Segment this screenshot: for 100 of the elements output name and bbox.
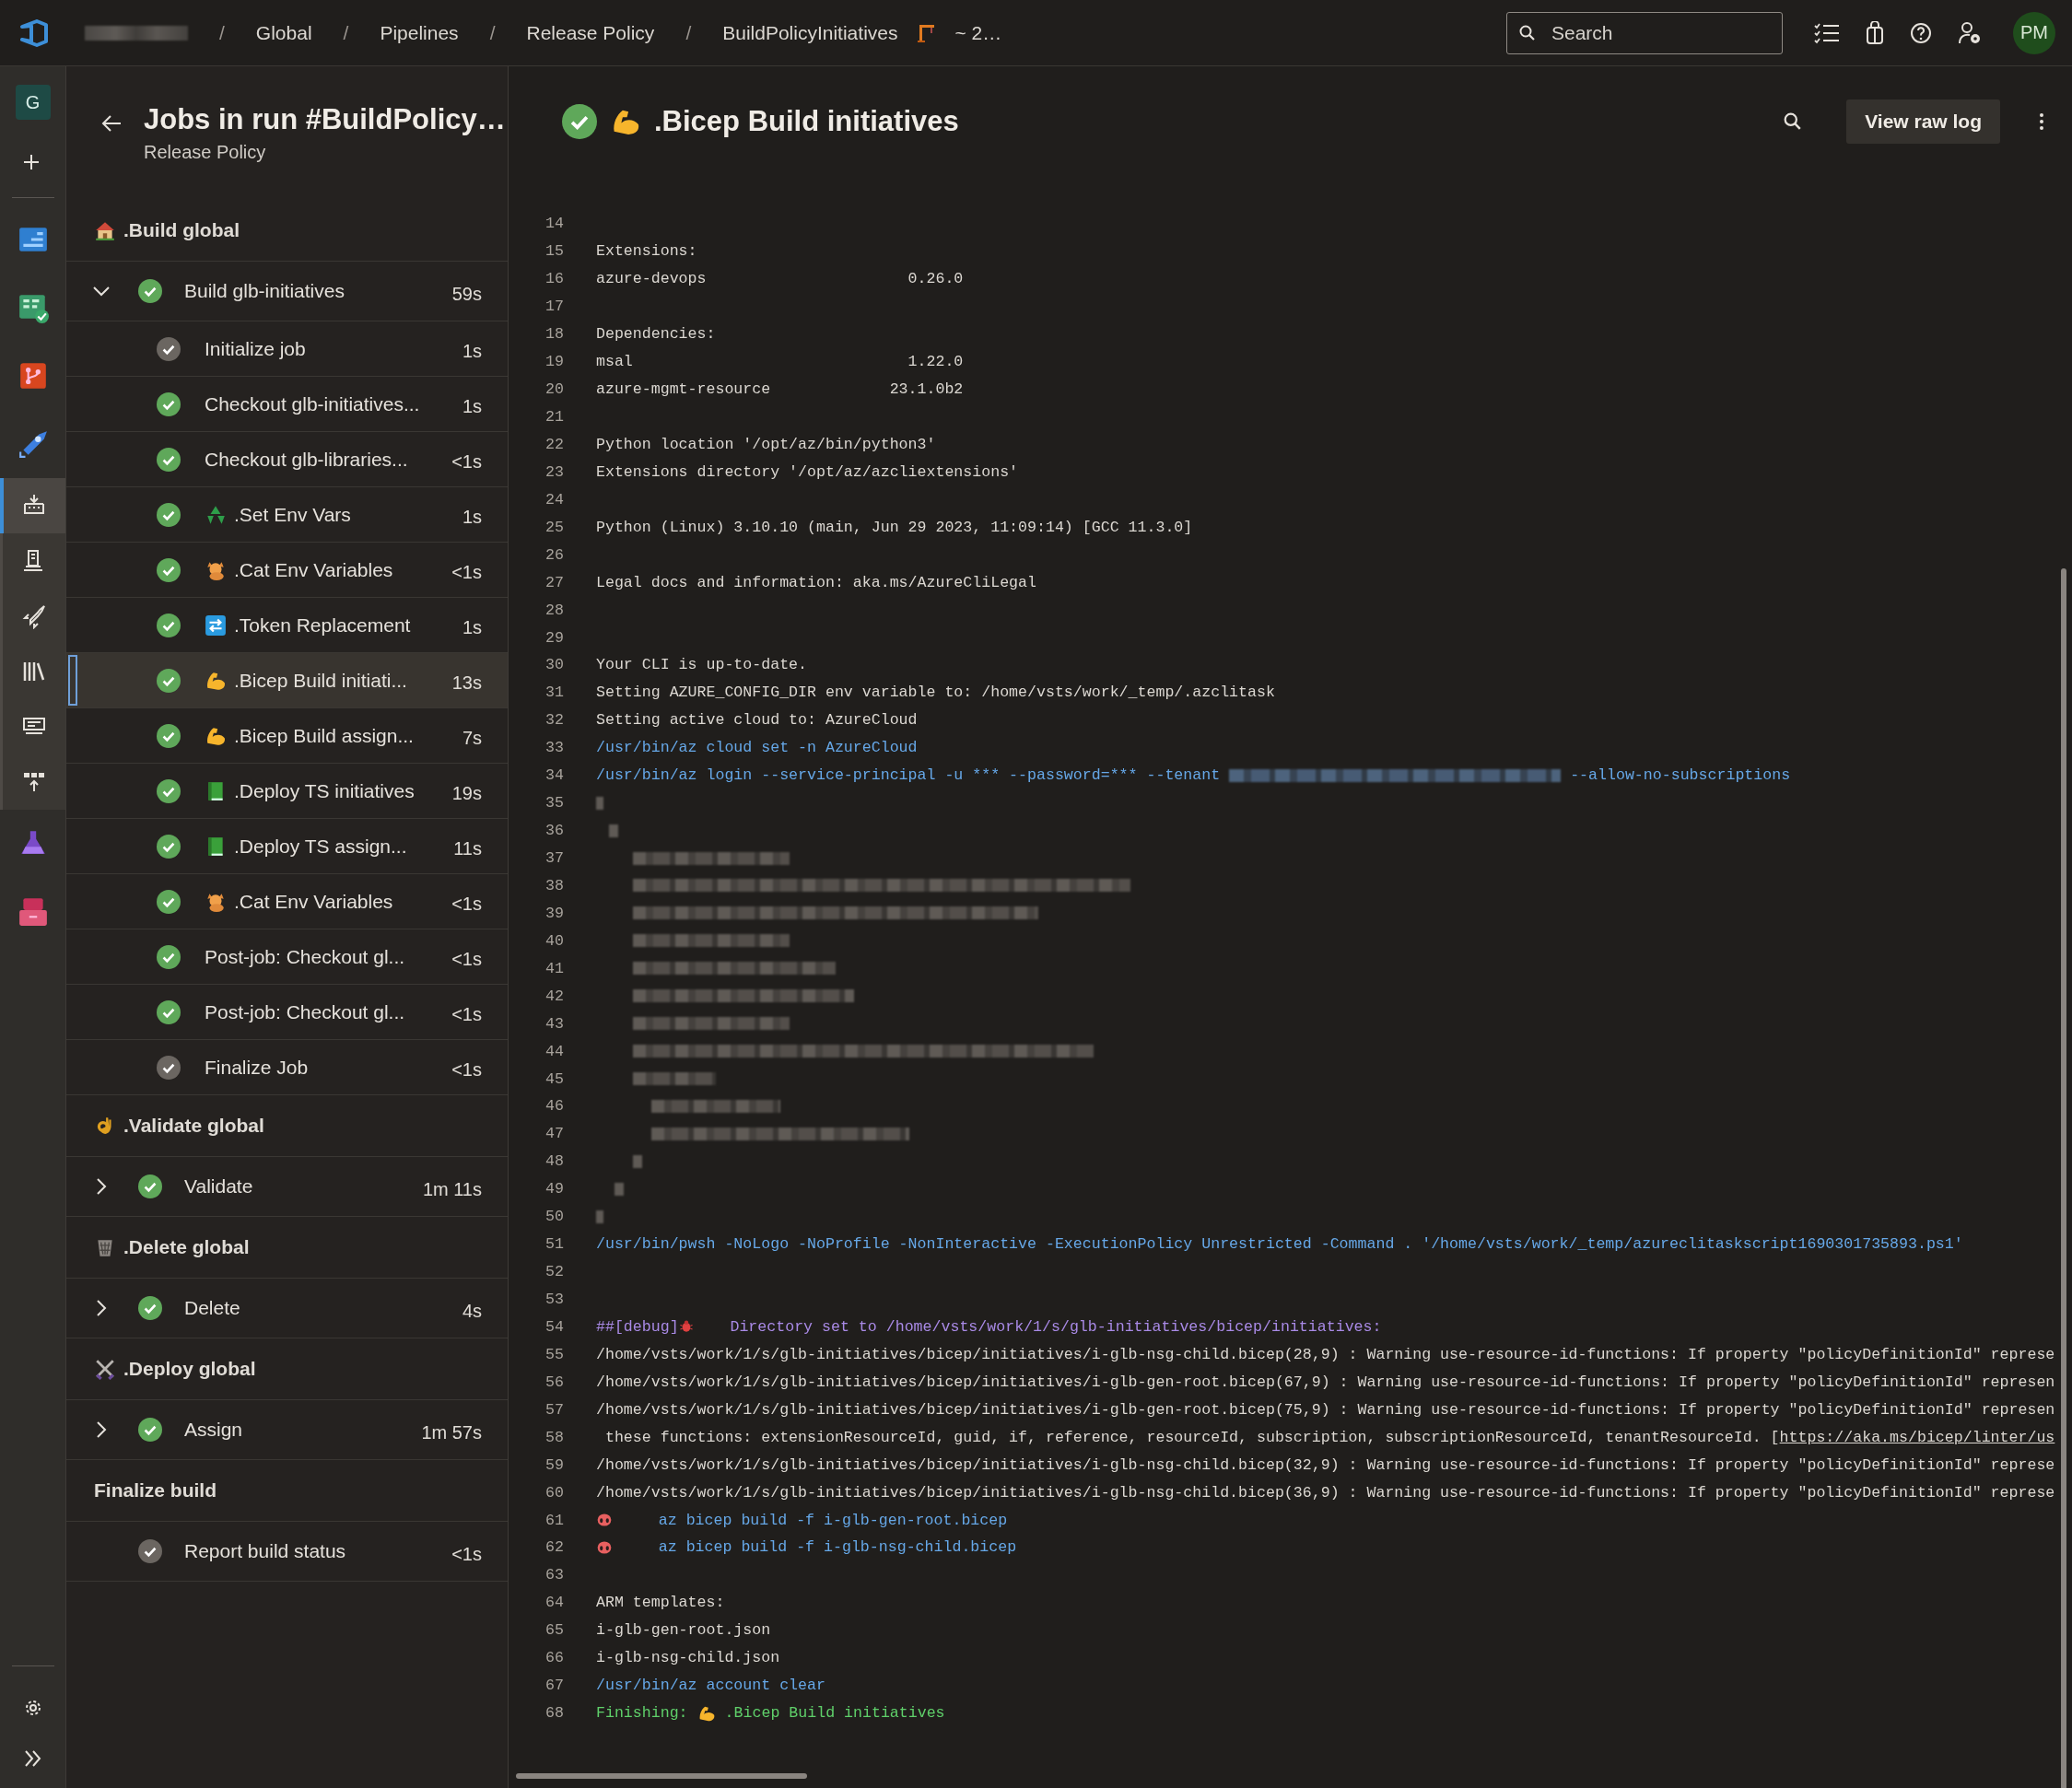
step-row[interactable]: .Bicep Build assign... 7s xyxy=(66,708,508,764)
debug-tag: ##[debug] xyxy=(596,1317,679,1336)
log-line: azure-devops 0.26.0 xyxy=(596,270,964,288)
breadcrumb-separator: / xyxy=(685,21,692,44)
step-name: Checkout glb-initiatives... xyxy=(205,392,420,415)
step-row[interactable]: Checkout glb-initiatives... 1s xyxy=(66,377,508,432)
line-number: 43 xyxy=(544,1014,564,1033)
breadcrumb-link[interactable]: Global xyxy=(255,21,312,44)
stage-title: .Build global xyxy=(123,219,240,241)
log-line: Setting AZURE_CONFIG_DIR env variable to: /home/vsts/work/_temp/.azclitask xyxy=(596,684,1275,702)
line-number: 62 xyxy=(544,1538,564,1557)
log-line: .Bicep Build initiatives xyxy=(724,1704,945,1723)
step-row[interactable]: Post-job: Checkout gl... <1s xyxy=(66,929,508,985)
back-arrow-icon[interactable] xyxy=(101,114,122,133)
logo-icon[interactable] xyxy=(18,18,50,47)
expand-icon[interactable] xyxy=(22,1749,43,1768)
step-name: Initialize job xyxy=(205,337,306,360)
search-field[interactable]: Search xyxy=(1506,11,1783,54)
line-number: 15 xyxy=(544,242,564,261)
job-row[interactable]: Build glb-initiatives 59s xyxy=(66,262,508,321)
log-line: az bicep build -f i-glb-nsg-child.bicep xyxy=(657,1538,1017,1557)
job-row[interactable]: Assign 1m 57s xyxy=(66,1400,508,1460)
line-number: 40 xyxy=(544,931,564,950)
line-number: 68 xyxy=(544,1704,564,1723)
line-number: 65 xyxy=(544,1621,564,1640)
help-icon[interactable] xyxy=(1910,21,1932,44)
search-icon[interactable] xyxy=(1784,112,1803,131)
line-number: 48 xyxy=(544,1152,564,1171)
log-line: Directory set to /home/vsts/work/1/s/glb-initiatives/bicep/initiatives: xyxy=(729,1317,1382,1336)
line-number: 45 xyxy=(544,1069,564,1088)
line-number: 56 xyxy=(544,1373,564,1391)
shopping-bag-icon[interactable] xyxy=(1866,20,1884,45)
vertical-scrollbar[interactable] xyxy=(2061,568,2066,1788)
log-line: Your CLI is up-to-date. xyxy=(596,656,808,674)
step-row[interactable]: Finalize Job <1s xyxy=(66,1040,508,1095)
line-number: 23 xyxy=(544,462,564,481)
job-row[interactable]: Delete 4s xyxy=(66,1279,508,1338)
view-raw-log-button[interactable]: View raw log xyxy=(1846,99,2000,144)
log-link[interactable]: https://aka.ms/bicep/linter/us xyxy=(1779,1428,2055,1446)
breadcrumb-link[interactable]: BuildPolicyInitiatives xyxy=(722,21,898,44)
step-row[interactable]: .Set Env Vars 1s xyxy=(66,487,508,543)
line-number: 67 xyxy=(544,1677,564,1695)
organization-avatar[interactable]: G xyxy=(15,85,51,120)
step-row[interactable]: Checkout glb-libraries... <1s xyxy=(66,432,508,487)
line-number: 53 xyxy=(544,1291,564,1309)
line-number: 30 xyxy=(544,656,564,674)
line-number: 31 xyxy=(544,684,564,702)
log-line: /usr/bin/az account clear xyxy=(596,1677,825,1695)
step-row[interactable]: .Cat Env Variables <1s xyxy=(66,543,508,598)
horizontal-scrollbar[interactable] xyxy=(516,1773,807,1779)
step-name: .Bicep Build initiati... xyxy=(234,669,407,692)
line-number: 24 xyxy=(544,490,564,508)
step-row[interactable]: .Deploy TS assign... 11s xyxy=(66,819,508,874)
line-number: 29 xyxy=(544,628,564,647)
step-name: .Deploy TS assign... xyxy=(234,835,407,858)
step-name: Checkout glb-libraries... xyxy=(205,448,408,471)
job-row[interactable]: Report build status <1s xyxy=(66,1522,508,1582)
step-name: .Bicep Build assign... xyxy=(234,724,414,747)
line-number: 16 xyxy=(544,270,564,288)
line-number: 55 xyxy=(544,1345,564,1363)
log-line: /usr/bin/pwsh -NoLogo -NoProfile -NonInteractive -ExecutionPolicy Unrestricted -Command . '/home/vsts/work/_temp/azureclitaskscript1690301735893.ps1' xyxy=(596,1235,1963,1254)
more-options-icon[interactable] xyxy=(2039,112,2044,131)
log-line: /usr/bin/az login --service-principal -u *** --password=*** --tenant xyxy=(596,766,1221,785)
redacted-text xyxy=(633,1154,642,1168)
breadcrumb-link[interactable]: Pipelines xyxy=(380,21,459,44)
step-duration: 1s xyxy=(462,616,482,638)
job-row[interactable]: Validate 1m 11s xyxy=(66,1157,508,1217)
task-list-icon[interactable] xyxy=(1814,21,1840,44)
redacted-text xyxy=(596,1210,603,1223)
step-duration: 1s xyxy=(462,395,482,417)
step-row[interactable]: Post-job: Checkout gl... <1s xyxy=(66,985,508,1040)
line-number: 34 xyxy=(544,766,564,785)
step-duration: <1s xyxy=(451,450,482,473)
step-name: .Cat Env Variables xyxy=(234,558,393,581)
step-row[interactable]: .Bicep Build initiati... 13s xyxy=(66,653,508,708)
step-name: .Deploy TS initiatives xyxy=(234,779,415,802)
line-number: 54 xyxy=(544,1317,564,1336)
step-row[interactable]: Initialize job 1s xyxy=(66,321,508,377)
user-settings-icon[interactable] xyxy=(1958,20,1982,45)
step-duration: 1s xyxy=(462,506,482,528)
breadcrumb-separator: / xyxy=(219,21,225,44)
user-avatar[interactable]: PM xyxy=(2013,11,2055,54)
search-icon xyxy=(1519,24,1536,41)
focus-marker xyxy=(68,655,77,706)
redacted-text xyxy=(596,796,603,810)
artifacts-icon xyxy=(17,896,49,928)
step-row[interactable]: .Deploy TS initiatives 19s xyxy=(66,764,508,819)
breadcrumb-link[interactable]: Release Policy xyxy=(526,21,655,44)
line-number: 60 xyxy=(544,1483,564,1502)
step-row[interactable]: .Cat Env Variables <1s xyxy=(66,874,508,929)
log-line: Legal docs and information: aka.ms/AzureCliLegal xyxy=(596,573,1036,591)
line-number: 50 xyxy=(544,1208,564,1226)
log-line: msal 1.22.0 xyxy=(596,353,964,371)
log-line: i-glb-nsg-child.json xyxy=(596,1649,780,1667)
pipelines-runs-nav-item[interactable] xyxy=(3,478,65,533)
job-name: Report build status xyxy=(184,1540,347,1562)
log-line: /home/vsts/work/1/s/glb-initiatives/bicep/initiatives/i-glb-nsg-child.bicep(28,9) : Warning use-resource-id-functions: If property "policyDefinitionId" represe xyxy=(596,1345,2055,1363)
job-name: Build glb-initiatives xyxy=(184,280,345,302)
log-line: Python location '/opt/az/bin/python3' xyxy=(596,435,936,453)
job-duration: 59s xyxy=(451,282,482,305)
